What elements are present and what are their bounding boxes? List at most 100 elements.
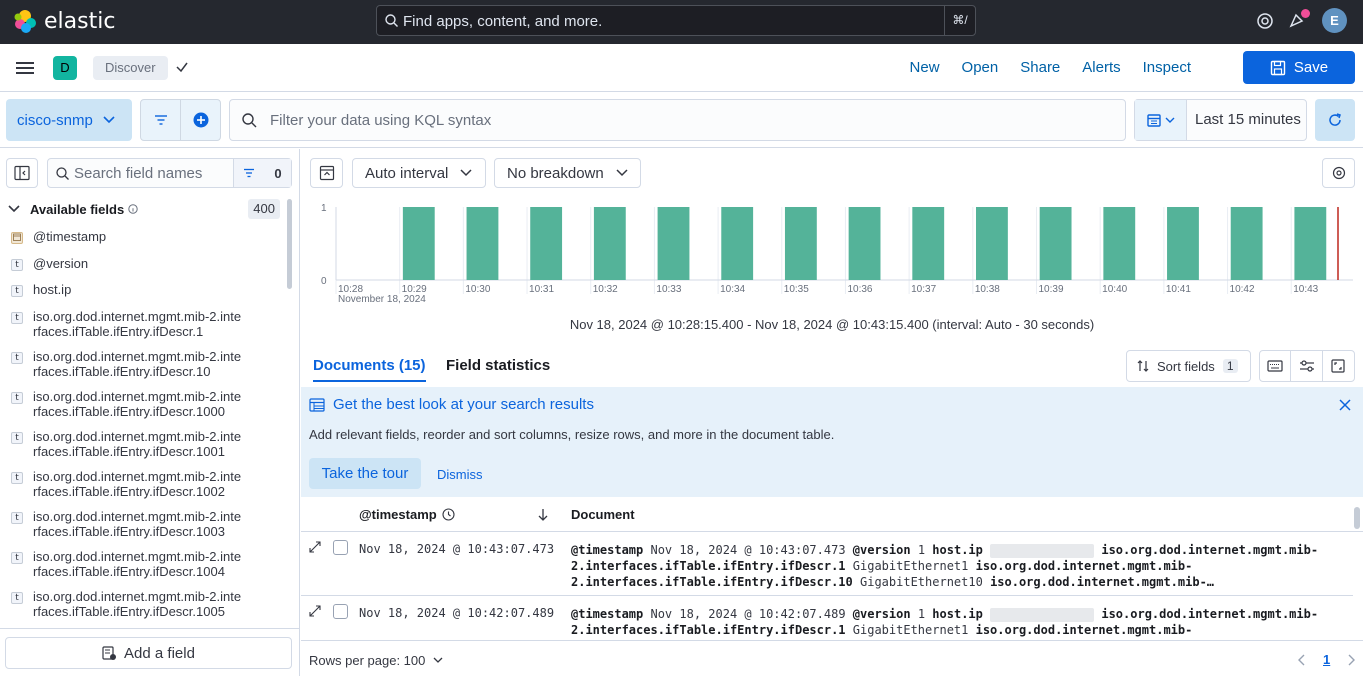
available-fields-count: 400 [248, 199, 280, 219]
field-item[interactable]: t iso.org.dod.internet.mgmt.mib-2.interf… [0, 389, 288, 429]
histogram-svg[interactable]: 1010:28 10:29 10:30 10:31 10:32 10:33 10:34 10:… [301, 197, 1363, 307]
field-item[interactable]: t iso.org.dod.internet.mgmt.mib-2.interf… [0, 589, 288, 622]
calendar-icon [13, 233, 21, 241]
column-header-document[interactable]: Document [571, 507, 635, 522]
field-item[interactable]: t iso.org.dod.internet.mgmt.mib-2.interf… [0, 509, 288, 549]
keyboard-shortcuts-button[interactable] [1260, 351, 1292, 381]
field-item[interactable]: t iso.org.dod.internet.mgmt.mib-2.interf… [0, 429, 288, 469]
row-checkbox[interactable] [333, 604, 348, 619]
row-checkbox[interactable] [333, 540, 348, 555]
kql-search-input[interactable]: Filter your data using KQL syntax [229, 99, 1126, 141]
interval-select[interactable]: Auto interval [352, 158, 486, 188]
grid-controls [1259, 350, 1355, 382]
share-link[interactable]: Share [1020, 59, 1060, 76]
new-link[interactable]: New [910, 59, 940, 76]
display-settings-button[interactable] [1291, 351, 1323, 381]
table-row[interactable]: Nov 18, 2024 @ 10:42:07.489 @timestamp N… [301, 596, 1353, 640]
add-field-button[interactable]: Add a field [5, 637, 292, 669]
histogram-bar[interactable] [784, 207, 817, 280]
field-search-input[interactable]: Search field names 0 [47, 158, 292, 188]
rows-per-page-select[interactable]: Rows per page: 100 [309, 653, 443, 668]
field-name: iso.org.dod.internet.mgmt.mib-2.interfac… [33, 469, 242, 499]
global-search-input[interactable]: Find apps, content, and more. ⌘/ [376, 5, 976, 36]
chevron-down-icon [1165, 117, 1174, 123]
x-tick-label: 10:34 [720, 284, 745, 295]
breadcrumb[interactable]: Discover [93, 56, 168, 80]
chart-options-button[interactable] [1322, 158, 1355, 188]
user-avatar[interactable]: E [1322, 8, 1347, 33]
chevron-right-icon[interactable] [1347, 654, 1355, 666]
info-icon[interactable] [128, 204, 138, 214]
chevron-down-icon [460, 169, 472, 177]
elastic-logo-icon [14, 10, 36, 33]
field-item[interactable]: t iso.org.dod.internet.mgmt.mib-2.interf… [0, 349, 288, 389]
open-link[interactable]: Open [962, 59, 999, 76]
field-item[interactable]: t host.ip [0, 282, 288, 309]
sort-fields-button[interactable]: Sort fields 1 [1126, 350, 1251, 382]
chevron-left-icon[interactable] [1298, 654, 1306, 666]
histogram-bar[interactable] [1167, 207, 1199, 280]
filter-menu-button[interactable] [140, 99, 181, 141]
add-filter-button[interactable] [180, 99, 221, 141]
histogram-bar[interactable] [530, 207, 563, 280]
histogram-bar[interactable] [1039, 207, 1072, 280]
clock-icon [442, 508, 455, 521]
tour-callout: Get the best look at your search results… [301, 387, 1363, 497]
fullscreen-button[interactable] [1323, 351, 1354, 381]
take-tour-button[interactable]: Take the tour [309, 458, 421, 489]
save-label: Save [1293, 59, 1329, 76]
field-item[interactable]: t iso.org.dod.internet.mgmt.mib-2.interf… [0, 309, 288, 349]
field-item[interactable]: t iso.org.dod.internet.mgmt.mib-2.interf… [0, 469, 288, 509]
field-item[interactable]: @timestamp [0, 229, 288, 256]
data-view-picker[interactable]: cisco-snmp [6, 99, 132, 141]
breakdown-select[interactable]: No breakdown [494, 158, 641, 188]
dock-left-icon [14, 165, 30, 181]
sort-descending-icon[interactable] [537, 508, 549, 521]
histogram-bar[interactable] [848, 207, 881, 280]
news-feed-button[interactable] [1288, 8, 1310, 31]
row-timestamp: Nov 18, 2024 @ 10:42:07.489 [359, 606, 555, 620]
histogram-bar[interactable] [976, 207, 1008, 280]
plus-circle-icon [193, 112, 208, 128]
tab-documents[interactable]: Documents (15) [313, 357, 426, 382]
histogram-bar[interactable] [593, 207, 626, 280]
space-avatar[interactable]: D [53, 56, 77, 80]
hide-chart-button[interactable] [310, 158, 343, 188]
save-icon [1270, 60, 1286, 75]
dismiss-button[interactable]: Dismiss [437, 467, 483, 482]
menu-icon[interactable] [16, 60, 34, 76]
histogram-bar[interactable] [657, 207, 690, 280]
histogram-bar[interactable] [1103, 207, 1136, 280]
time-picker[interactable]: Last 15 minutes [1134, 99, 1307, 141]
elastic-logo[interactable]: elastic [12, 8, 115, 34]
doc-key: iso.org.dod.internet.mgmt.mib- [975, 559, 1193, 573]
table-scrollbar[interactable] [1354, 507, 1360, 529]
field-item[interactable]: t @version [0, 256, 288, 282]
histogram-bar[interactable] [466, 207, 499, 280]
expand-icon[interactable] [309, 605, 321, 617]
save-button[interactable]: Save [1243, 51, 1355, 84]
inspect-link[interactable]: Inspect [1143, 59, 1191, 76]
chevron-down-icon [433, 657, 443, 663]
field-item[interactable]: t iso.org.dod.internet.mgmt.mib-2.interf… [0, 549, 288, 589]
histogram-bar[interactable] [912, 207, 945, 280]
histogram-bar[interactable] [721, 207, 754, 280]
close-icon[interactable] [1339, 399, 1351, 411]
alerts-link[interactable]: Alerts [1082, 59, 1120, 76]
sidebar-toggle-button[interactable] [6, 158, 38, 188]
column-header-timestamp[interactable]: @timestamp [359, 507, 455, 522]
table-row[interactable]: Nov 18, 2024 @ 10:43:07.473 @timestamp N… [301, 532, 1353, 596]
expand-icon[interactable] [309, 541, 321, 553]
histogram-bar[interactable] [1230, 207, 1263, 280]
refresh-button[interactable] [1315, 99, 1355, 141]
query-bar: cisco-snmp Filter your data using KQL sy… [0, 92, 1363, 148]
histogram-bar[interactable] [1294, 207, 1327, 280]
histogram-bar[interactable] [402, 207, 435, 280]
help-icon[interactable] [1256, 12, 1274, 30]
quick-select-button[interactable] [1135, 100, 1187, 140]
page-number[interactable]: 1 [1323, 652, 1330, 667]
string-type-icon: t [11, 352, 23, 364]
tab-field-statistics[interactable]: Field statistics [446, 357, 550, 374]
field-type-filter-button[interactable]: 0 [233, 159, 291, 187]
available-fields-header[interactable]: Available fields 400 [8, 199, 280, 219]
